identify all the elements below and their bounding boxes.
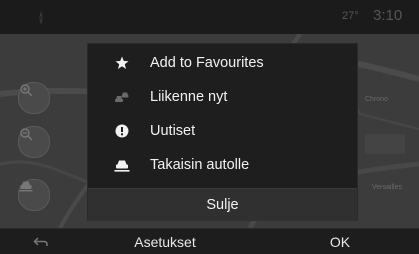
zoom-in-button[interactable] <box>18 82 50 114</box>
map-label: Versailles <box>372 184 402 191</box>
menu-item-label: Add to Favourites <box>150 55 264 71</box>
menu-item-label: Liikenne nyt <box>150 89 228 105</box>
bottom-bar: Asetukset OK <box>0 228 419 254</box>
close-button[interactable]: Sulje <box>88 188 357 221</box>
temperature-readout: 27° <box>342 10 359 22</box>
car-icon <box>114 160 130 172</box>
menu-item-traffic-now[interactable]: Liikenne nyt <box>88 80 357 114</box>
ok-button[interactable]: OK <box>300 234 380 250</box>
menu-item-label: Takaisin autolle <box>150 157 250 173</box>
zoom-in-icon <box>20 84 33 97</box>
menu-item-news[interactable]: Uutiset <box>88 114 357 148</box>
menu-item-back-to-car[interactable]: Takaisin autolle <box>88 148 357 182</box>
compass-icon <box>39 11 43 25</box>
zoom-out-icon <box>20 128 33 141</box>
menu-item-add-to-favourites[interactable]: Add to Favourites <box>88 46 357 80</box>
settings-button[interactable]: Asetukset <box>100 234 230 250</box>
traffic-icon <box>115 92 129 102</box>
back-arrow-icon[interactable] <box>33 236 49 248</box>
info-icon <box>115 124 129 138</box>
map-label: Chrono <box>365 96 388 103</box>
star-icon <box>115 56 129 69</box>
status-bar: 27° 3:10 <box>0 0 419 34</box>
car-icon <box>19 181 33 192</box>
zoom-out-button[interactable] <box>18 126 50 158</box>
context-menu-popup: Add to Favourites Liikenne nyt Uutiset T… <box>88 44 357 221</box>
vehicle-view-button[interactable] <box>18 179 50 211</box>
clock: 3:10 <box>373 7 403 24</box>
menu-item-label: Uutiset <box>150 123 196 139</box>
